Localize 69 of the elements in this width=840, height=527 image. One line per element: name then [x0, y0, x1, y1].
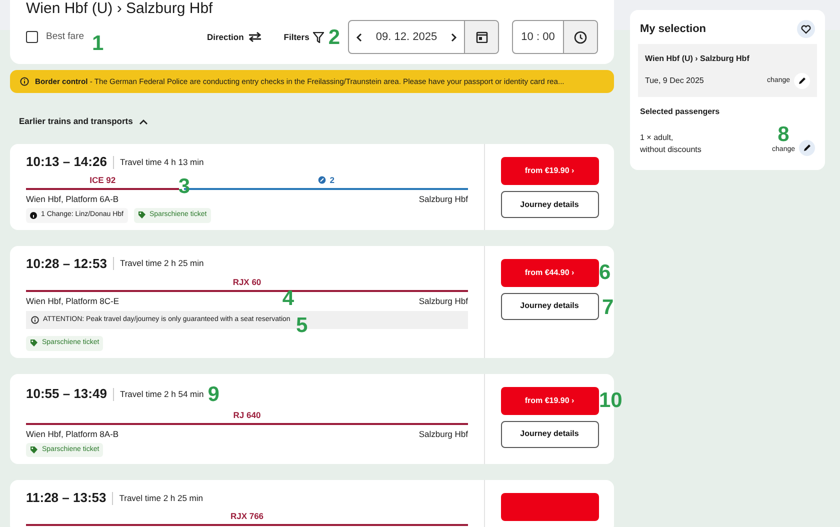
travel-date: Tue, 9 Dec 2025: [645, 75, 704, 87]
route-title: Wien Hbf (U) › Salzburg Hbf: [26, 0, 214, 18]
route-text: Wien Hbf (U) › Salzburg Hbf: [645, 53, 750, 65]
journey-details-button[interactable]: Journey details: [500, 191, 598, 218]
chevron-right-icon: [451, 32, 458, 42]
journey-times: 10:13 – 14:26: [26, 154, 107, 170]
date-picker[interactable]: 09. 12. 2025: [348, 20, 499, 54]
arrival-station: Salzburg Hbf: [418, 193, 468, 206]
direction-button[interactable]: Direction: [206, 30, 244, 44]
time-picker[interactable]: 10 : 00: [512, 20, 598, 54]
favorite-button[interactable]: [797, 20, 815, 38]
date-value: 09. 12. 2025: [376, 30, 438, 45]
journey-times: 11:28 – 13:53: [26, 490, 106, 506]
edit-icon[interactable]: [794, 73, 810, 89]
transit-icon: [318, 176, 326, 184]
earlier-trains-link[interactable]: Earlier trains and transports: [19, 115, 133, 128]
callout-number: 5: [296, 314, 308, 336]
price-button[interactable]: from €19.90 ›: [500, 386, 598, 415]
best-fare-checkbox[interactable]: [26, 31, 38, 43]
swap-arrows-icon: [248, 32, 262, 42]
passenger-line: 1 × adult,: [640, 132, 674, 144]
line-number: 2: [330, 174, 335, 186]
price-button[interactable]: from €44.90 ›: [500, 258, 598, 287]
tag-icon: [30, 339, 38, 348]
chevron-left-icon: [356, 32, 362, 42]
info-icon: [20, 77, 29, 86]
line-label: RJX 60: [232, 276, 262, 288]
callout-number: 9: [208, 384, 220, 405]
travel-time: Travel time 4 h 13 min: [112, 156, 204, 169]
arrival-station: Salzburg Hbf: [418, 428, 468, 440]
heart-icon: [801, 24, 811, 34]
arrival-station: Salzburg Hbf: [418, 294, 468, 307]
edit-icon[interactable]: [799, 140, 815, 156]
line-label: RJX 766: [230, 510, 264, 522]
callout-number: 4: [282, 288, 294, 309]
departure-station: Wien Hbf, Platform 8A-B: [26, 428, 119, 440]
journey-details-button[interactable]: Journey details: [500, 420, 598, 448]
callout-number: 7: [602, 296, 614, 318]
price-button[interactable]: from €19.90 ›: [500, 157, 598, 186]
tag-icon: [138, 211, 146, 220]
callout-number: 8: [778, 124, 790, 145]
departure-station: Wien Hbf, Platform 8C-E: [26, 294, 120, 307]
clock-icon: [574, 30, 587, 44]
travel-time: Travel time 2 h 25 min: [112, 257, 204, 270]
journey-times: 10:28 – 12:53: [26, 256, 107, 272]
line-label: ICE 92: [90, 174, 116, 186]
callout-number: 1: [92, 32, 104, 54]
price-button[interactable]: [500, 493, 598, 522]
departure-station: Wien Hbf, Platform 6A-B: [26, 193, 119, 206]
passenger-line: without discounts: [640, 144, 702, 156]
line-label: RJ 640: [233, 408, 261, 421]
callout-number: 10: [599, 390, 622, 411]
selection-title: My selection: [640, 22, 706, 37]
callout-number: 2: [328, 26, 340, 48]
journey-times: 10:55 – 13:49: [26, 386, 107, 402]
info-icon: [31, 316, 39, 324]
callout-number: 3: [178, 176, 190, 198]
calendar-icon: [476, 31, 488, 43]
travel-time: Travel time 2 h 54 min: [112, 388, 204, 401]
filters-button[interactable]: Filters: [284, 30, 310, 44]
time-value: 10 : 00: [521, 30, 555, 45]
travel-time: Travel time 2 h 25 min: [112, 492, 204, 505]
passengers-title: Selected passengers: [640, 106, 721, 118]
info-dot-icon: [30, 212, 37, 219]
tag-icon: [30, 446, 38, 454]
journey-details-button[interactable]: Journey details: [500, 292, 598, 320]
callout-number: 6: [599, 262, 611, 283]
filter-icon: [313, 32, 324, 42]
best-fare-label[interactable]: Best fare: [46, 30, 84, 44]
